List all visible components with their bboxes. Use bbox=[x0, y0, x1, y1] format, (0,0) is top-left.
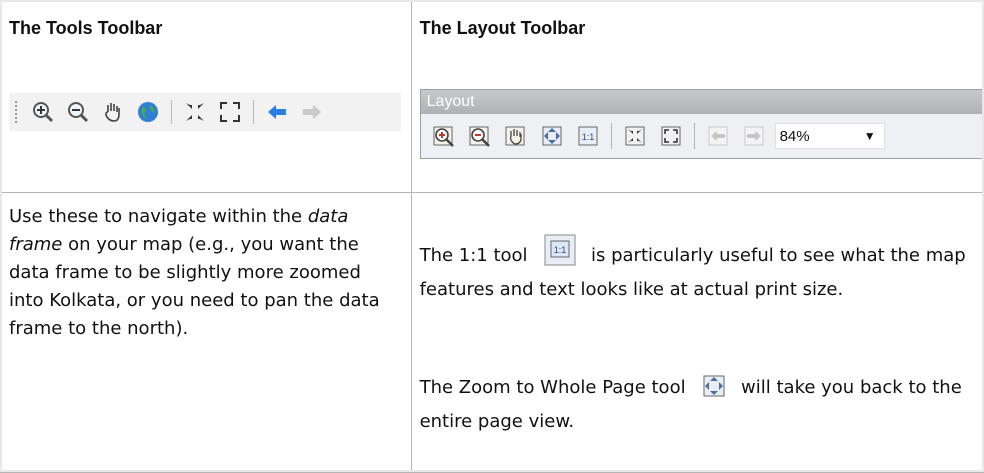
tools-description-cell: Use these to navigate within the data fr… bbox=[0, 192, 412, 473]
tools-description-part: Use these to navigate within the bbox=[9, 206, 308, 227]
tools-description-part: on your map (e.g., you want the data fra… bbox=[9, 234, 380, 339]
toolbar-separator bbox=[693, 123, 695, 149]
layout-description-cell: The 1:1 tool 1:1 is particularly useful … bbox=[410, 192, 984, 473]
svg-text:1:1: 1:1 bbox=[554, 245, 567, 255]
one-to-one-description: The 1:1 tool 1:1 is particularly useful … bbox=[420, 233, 976, 304]
zoom-in-icon[interactable] bbox=[29, 98, 57, 126]
layout-window-title[interactable]: Layout bbox=[420, 90, 983, 114]
back-extent-icon[interactable] bbox=[703, 121, 733, 151]
zoom-whole-page-text: The Zoom to Whole Page tool bbox=[419, 377, 692, 398]
pan-hand-icon[interactable] bbox=[99, 98, 127, 126]
layout-toolbar-buttons: 1:1 84% ▼ bbox=[421, 114, 983, 158]
zoom-level-select[interactable]: 84% ▼ bbox=[774, 123, 885, 149]
zoom-100-percent-icon[interactable]: 1:1 bbox=[573, 121, 603, 151]
toolbar-grip-handle[interactable] bbox=[15, 101, 20, 123]
tools-toolbar-cell: The Tools Toolbar bbox=[0, 0, 412, 193]
back-arrow-icon[interactable] bbox=[263, 98, 291, 126]
layout-toolbar-window: Layout 1:1 84% ▼ bbox=[419, 89, 983, 159]
globe-full-extent-icon[interactable] bbox=[134, 98, 162, 126]
forward-extent-icon[interactable] bbox=[739, 121, 769, 151]
tools-toolbar-heading: The Tools Toolbar bbox=[9, 18, 163, 38]
toolbar-separator bbox=[253, 100, 254, 124]
svg-text:1:1: 1:1 bbox=[581, 132, 594, 142]
zoom-whole-page-icon bbox=[701, 373, 727, 408]
toolbar-separator bbox=[610, 123, 612, 149]
layout-zoom-out-icon[interactable] bbox=[465, 121, 495, 151]
zoom-100-percent-icon: 1:1 bbox=[543, 233, 577, 276]
layout-toolbar-cell: The Layout Toolbar Layout 1:1 84% ▼ bbox=[410, 0, 984, 193]
fixed-zoom-out-icon[interactable] bbox=[216, 98, 244, 126]
layout-pan-icon[interactable] bbox=[501, 121, 531, 151]
comparison-table: The Tools Toolbar The Layout Toolbar Lay… bbox=[0, 0, 984, 473]
toolbar-separator bbox=[171, 100, 172, 124]
zoom-level-value: 84% bbox=[779, 127, 810, 145]
zoom-whole-page-icon[interactable] bbox=[537, 121, 567, 151]
layout-zoom-in-icon[interactable] bbox=[429, 121, 459, 151]
layout-toolbar-heading: The Layout Toolbar bbox=[419, 18, 586, 38]
tools-toolbar-strip bbox=[9, 93, 401, 131]
fixed-zoom-in-icon[interactable] bbox=[620, 121, 650, 151]
zoom-out-icon[interactable] bbox=[64, 98, 92, 126]
forward-arrow-icon[interactable] bbox=[298, 98, 326, 126]
one-to-one-text: The 1:1 tool bbox=[419, 245, 534, 266]
chevron-down-icon[interactable]: ▼ bbox=[864, 129, 884, 143]
fixed-zoom-out-icon[interactable] bbox=[656, 121, 686, 151]
zoom-whole-page-description: The Zoom to Whole Page tool will take yo… bbox=[420, 373, 976, 436]
tools-description: Use these to navigate within the data fr… bbox=[9, 203, 401, 343]
fixed-zoom-in-icon[interactable] bbox=[181, 98, 209, 126]
